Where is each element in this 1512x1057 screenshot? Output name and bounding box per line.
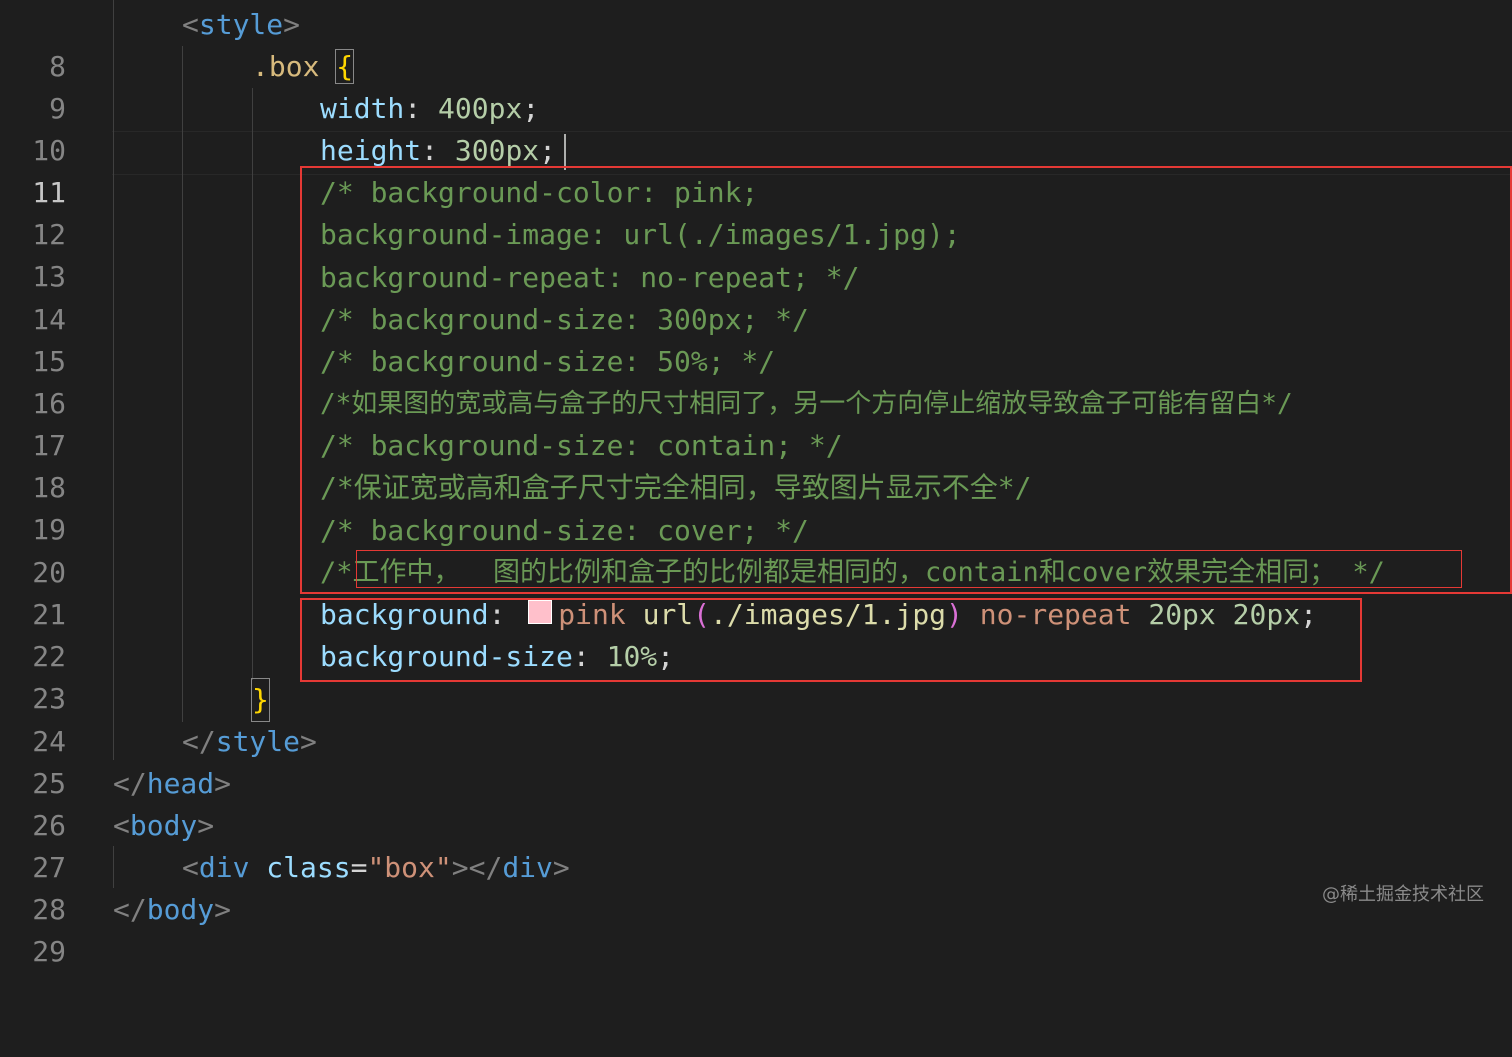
css-selector: .box (252, 50, 320, 83)
tag-bracket: ></ (451, 851, 503, 884)
colon: : (421, 134, 455, 167)
tag-name: div (502, 851, 553, 884)
tag-name: style (198, 8, 284, 41)
attr-name: class (249, 851, 351, 884)
code-line[interactable]: 9 .box { (0, 46, 1512, 125)
code-line[interactable]: 25 </style> (0, 721, 1512, 800)
watermark: @稀土掘金技术社区 (1322, 884, 1484, 905)
code-line[interactable]: 8 <style> (0, 4, 1512, 83)
highlight-box-comments (300, 166, 1512, 594)
tag-name: div (198, 851, 250, 884)
semicolon: ; (522, 92, 540, 125)
tag-bracket: > (214, 767, 232, 800)
tag-bracket: > (552, 851, 570, 884)
semicolon: ; (539, 134, 557, 167)
tag-bracket: < (182, 8, 199, 41)
open-brace: { (335, 49, 355, 84)
code-line[interactable]: 29 </body> (0, 889, 1512, 968)
tag-bracket: > (283, 8, 301, 41)
code-line[interactable]: 27 <body> (0, 805, 1512, 884)
tag-bracket: </ (113, 767, 147, 800)
code-editor[interactable]: 8 <style> 9 .box { 10 width: 400px; 11 h… (0, 0, 1512, 968)
highlight-box-background (300, 598, 1362, 682)
code-line[interactable]: 26 </head> (0, 763, 1512, 842)
tag-name: head (146, 767, 215, 800)
tag-bracket: </ (113, 893, 147, 926)
line-number: 29 (32, 935, 66, 968)
close-brace: } (251, 678, 270, 722)
tag-bracket: > (197, 809, 215, 842)
css-property: width (320, 92, 405, 125)
tag-name: style (215, 725, 301, 758)
tag-bracket: > (214, 893, 232, 926)
attr-value: "box" (367, 851, 452, 884)
highlight-box-note (356, 550, 1462, 588)
colon: : (404, 92, 439, 125)
code-line[interactable]: 10 width: 400px; (0, 88, 1512, 167)
css-property: height (320, 134, 422, 167)
css-value: 300px (454, 134, 540, 167)
tag-bracket: </ (182, 725, 216, 758)
code-line[interactable]: 24 } (0, 678, 1512, 758)
tag-bracket: < (182, 851, 199, 884)
tag-name: body (146, 893, 215, 926)
code-line[interactable]: 28 <div class="box"></div> (0, 847, 1512, 926)
text-cursor (564, 134, 566, 170)
css-value: 400px (438, 92, 523, 125)
tag-name: body (129, 809, 198, 842)
tag-bracket: < (113, 809, 130, 842)
tag-bracket: > (300, 725, 317, 758)
equals: = (350, 851, 368, 884)
